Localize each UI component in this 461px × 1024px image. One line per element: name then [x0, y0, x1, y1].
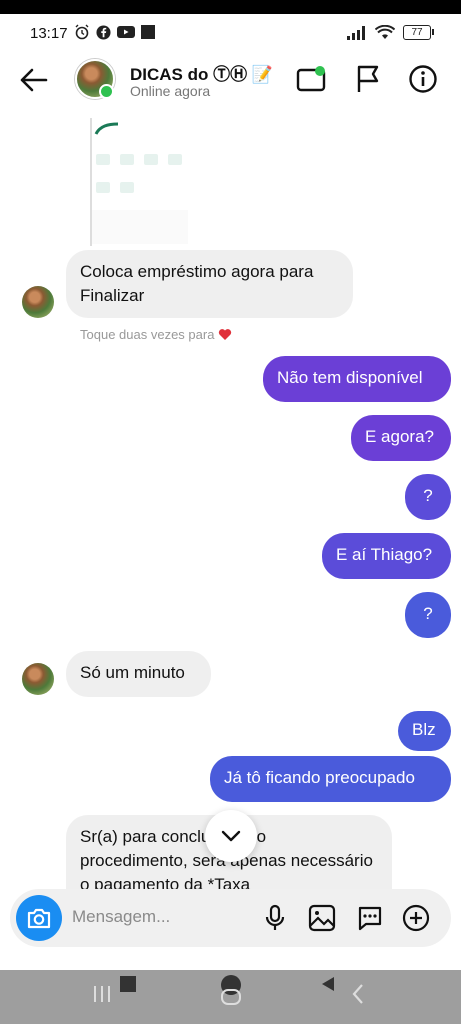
recents-square-icon[interactable] — [120, 976, 136, 992]
message-composer: Mensagem... — [10, 889, 451, 947]
facebook-icon — [96, 24, 111, 40]
camera-button[interactable] — [16, 895, 62, 941]
message-outgoing[interactable]: ? — [405, 592, 451, 638]
gallery-icon[interactable] — [308, 904, 336, 932]
chat-screen: 13:17 77 DICAS do ⓉⒽ 📝 Online agora Colo… — [0, 14, 461, 1024]
message-outgoing[interactable]: ? — [405, 474, 451, 520]
notification-square-icon — [141, 25, 155, 39]
video-call-icon[interactable] — [296, 64, 328, 94]
camera-icon — [27, 908, 51, 929]
shared-screenshot-preview[interactable] — [90, 118, 188, 246]
message-outgoing[interactable]: Já tô ficando preocupado — [210, 756, 451, 802]
message-outgoing[interactable]: Blz — [398, 711, 451, 751]
message-outgoing[interactable]: E agora? — [351, 415, 451, 461]
alarm-icon — [75, 24, 89, 40]
heart-icon — [218, 329, 232, 340]
message-outgoing[interactable]: E aí Thiago? — [322, 533, 451, 579]
sticker-icon[interactable] — [356, 904, 384, 932]
sender-avatar[interactable] — [22, 663, 54, 695]
double-tap-hint-text: Toque duas vezes para — [80, 327, 215, 342]
status-bar: 13:17 77 — [0, 14, 461, 52]
message-outgoing[interactable]: Não tem disponível — [263, 356, 451, 402]
sender-avatar[interactable] — [22, 286, 54, 318]
youtube-icon — [117, 26, 135, 38]
preview-logo-icon — [94, 122, 119, 135]
signal-icon — [347, 25, 365, 40]
online-status-dot — [99, 84, 114, 99]
back-arrow-icon[interactable] — [18, 66, 48, 94]
scroll-to-bottom-button[interactable] — [205, 810, 257, 862]
plus-icon[interactable] — [402, 904, 430, 932]
system-navigation-bar — [0, 970, 461, 1024]
home-icon[interactable] — [218, 974, 244, 1008]
message-input[interactable]: Mensagem... — [72, 907, 170, 927]
microphone-icon[interactable] — [264, 904, 286, 932]
contact-status: Online agora — [130, 83, 211, 99]
status-time: 13:17 — [30, 25, 68, 42]
back-triangle-icon[interactable] — [320, 976, 336, 992]
message-incoming[interactable]: Só um minuto — [66, 651, 211, 697]
info-icon[interactable] — [408, 64, 438, 94]
flag-icon[interactable] — [355, 64, 381, 94]
chevron-down-icon — [221, 830, 241, 842]
battery-indicator: 77 — [403, 25, 434, 40]
back-chevron-icon[interactable] — [350, 982, 366, 1006]
wifi-icon — [375, 25, 395, 39]
recents-icon[interactable] — [92, 982, 112, 1004]
chat-header: DICAS do ⓉⒽ 📝 Online agora — [0, 52, 461, 114]
double-tap-hint: Toque duas vezes para — [80, 327, 232, 342]
message-incoming[interactable]: Coloca empréstimo agora para Finalizar — [66, 250, 353, 318]
contact-name[interactable]: DICAS do ⓉⒽ 📝 — [130, 60, 273, 85]
